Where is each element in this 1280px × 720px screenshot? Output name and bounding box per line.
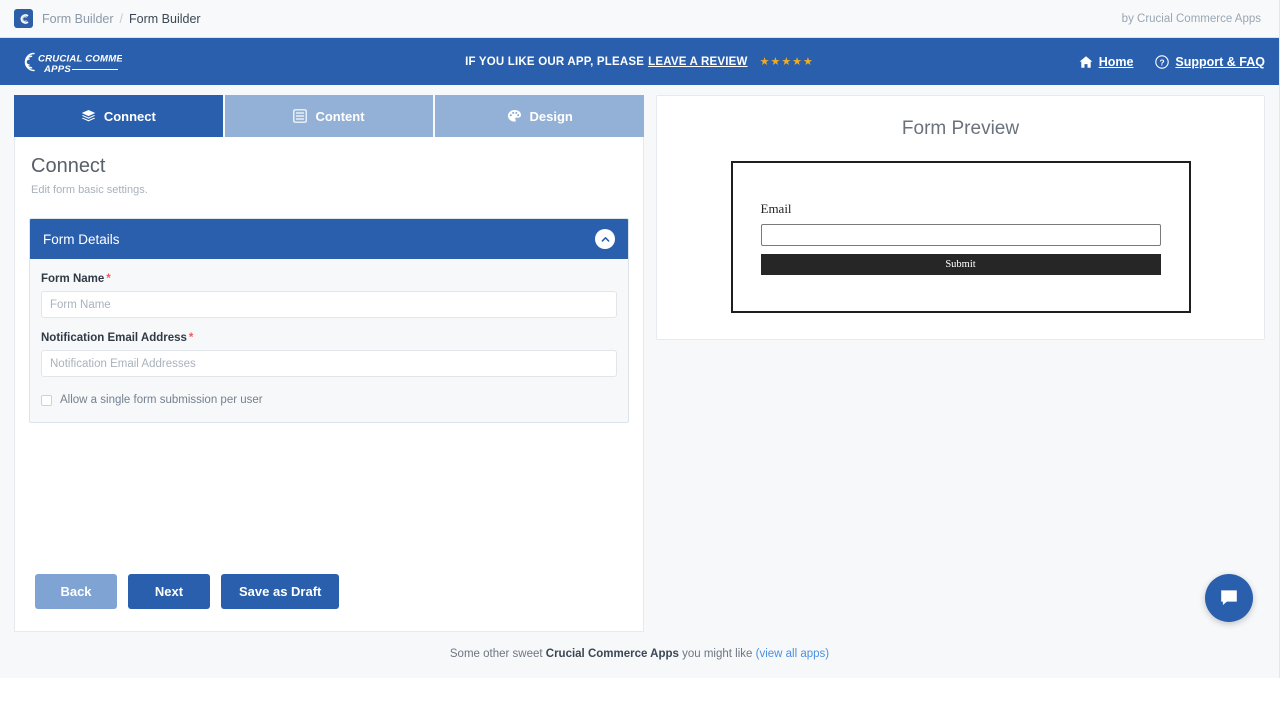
required-asterisk: * (106, 273, 111, 285)
crucial-c-logo-icon (14, 9, 33, 28)
save-as-draft-button[interactable]: Save as Draft (221, 574, 340, 609)
wizard-tabs: Connect Content Design (14, 95, 645, 137)
footer-text-before: Some other sweet (449, 648, 546, 660)
form-name-input[interactable] (41, 291, 617, 318)
notification-email-label-text: Notification Email Address (41, 332, 187, 344)
preview-email-label: Email (760, 201, 792, 216)
single-submission-label: Allow a single form submission per user (60, 394, 263, 406)
leave-a-review-link[interactable]: LEAVE A REVIEW (648, 56, 748, 68)
svg-text:CRUCIAL COMMERCE: CRUCIAL COMMERCE (38, 53, 122, 64)
single-submission-row[interactable]: Allow a single form submission per user (41, 394, 617, 406)
notification-email-input[interactable] (41, 350, 617, 377)
breadcrumb-separator: / (119, 11, 124, 26)
home-icon (1079, 55, 1093, 69)
svg-text:APPS: APPS (43, 64, 71, 75)
nav-support-label: Support & FAQ (1175, 54, 1265, 69)
review-text: IF YOU LIKE OUR APP, PLEASE (465, 55, 645, 68)
footer-brand: Crucial Commerce Apps (545, 648, 679, 660)
page-subtitle: Edit form basic settings. (31, 184, 148, 196)
rating-stars-icon[interactable]: ★★★★★ (760, 55, 814, 68)
svg-text:?: ? (1160, 57, 1165, 67)
form-details-panel: Form Details Form Name * Form Name Notif… (29, 218, 629, 423)
tab-content-label: Content (315, 108, 365, 124)
chevron-up-icon[interactable] (595, 229, 615, 249)
form-name-field-block: Form Name * (41, 273, 617, 318)
form-details-body: Form Name* Notification Email Address* (30, 259, 628, 422)
footer: Some other sweet Crucial Commerce Apps y… (0, 632, 1279, 678)
breadcrumb-root[interactable]: Form Builder (42, 12, 114, 26)
form-preview-frame: Email Submit (730, 161, 1191, 313)
tab-content[interactable]: Content (224, 95, 434, 137)
form-details-panel-header[interactable]: Form Details (30, 219, 628, 259)
tab-design-label: Design (529, 108, 573, 124)
page-title: Connect (31, 155, 106, 177)
notification-email-label: Notification Email Address * (41, 332, 617, 344)
view-all-apps-link[interactable]: (view all apps) (756, 648, 830, 660)
left-column: Connect Content Design Connect Edit form… (14, 95, 645, 632)
form-name-label-text: Form Name (41, 273, 105, 285)
form-preview-title: Form Preview (901, 118, 1020, 139)
tab-design[interactable]: Design (435, 95, 645, 137)
question-circle-icon: ? (1155, 54, 1170, 69)
preview-email-input[interactable] (760, 224, 1161, 246)
nav-home-label: Home (1098, 54, 1134, 69)
breadcrumb-current: Form Builder (129, 11, 201, 26)
app-page: Form Builder / Form Builder by Crucial C… (0, 0, 1280, 678)
footer-text-after: you might like (678, 648, 756, 660)
list-document-icon (293, 109, 308, 123)
navbar-actions: Home ? Support & FAQ (1079, 55, 1265, 69)
chat-bubble-icon (1218, 587, 1240, 609)
preview-submit-button[interactable]: Submit (760, 254, 1161, 275)
layers-icon (81, 109, 96, 124)
next-button[interactable]: Next (128, 574, 210, 609)
right-column: Form Preview Email Submit (656, 95, 1265, 632)
nav-support-link[interactable]: ? Support & FAQ (1155, 55, 1265, 69)
breadcrumb-bar: Form Builder / Form Builder by Crucial C… (0, 0, 1279, 38)
crucial-commerce-apps-logo[interactable]: CRUCIAL COMMERCE APPS (14, 47, 122, 77)
form-name-label: Form Name * (41, 273, 617, 285)
back-button[interactable]: Back (35, 574, 117, 609)
tab-connect-label: Connect (103, 108, 156, 124)
connect-panel-card: Connect Edit form basic settings. Form D… (14, 137, 644, 632)
tab-connect[interactable]: Connect (14, 95, 223, 137)
form-preview-card: Form Preview Email Submit (656, 95, 1265, 340)
main-content: Connect Content Design Connect Edit form… (0, 85, 1279, 632)
main-navbar: CRUCIAL COMMERCE APPS IF YOU LIKE OUR AP… (0, 38, 1279, 85)
single-submission-checkbox[interactable] (41, 394, 52, 406)
wizard-actions: Back Next Save as Draft (29, 574, 629, 631)
chat-widget-button[interactable] (1205, 574, 1253, 622)
attribution-label: by Crucial Commerce Apps (1121, 12, 1261, 25)
required-asterisk: * (188, 332, 194, 344)
nav-home-link[interactable]: Home (1079, 54, 1134, 69)
form-details-title: Form Details (43, 231, 120, 247)
notification-email-field-block: Notification Email Address * (41, 332, 617, 377)
palette-icon (507, 109, 522, 124)
